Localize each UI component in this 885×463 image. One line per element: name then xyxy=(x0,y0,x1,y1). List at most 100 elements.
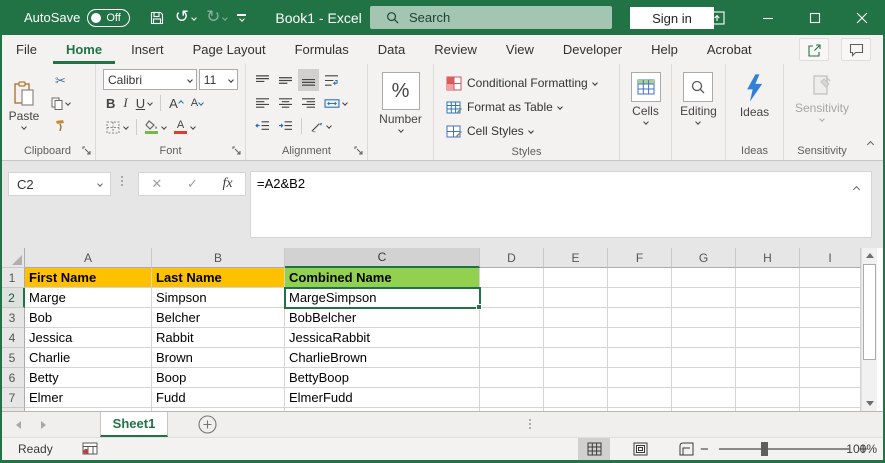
insert-function-button[interactable]: fx xyxy=(223,176,233,192)
cell[interactable] xyxy=(544,268,608,288)
tab-home[interactable]: Home xyxy=(53,35,115,64)
tab-page-layout[interactable]: Page Layout xyxy=(180,35,279,64)
formula-input[interactable]: =A2&B2 xyxy=(250,171,872,238)
orientation-button[interactable] xyxy=(307,115,334,137)
column-header-C[interactable]: C xyxy=(285,248,480,268)
collapse-ribbon-button[interactable] xyxy=(868,134,873,152)
customize-qat-button[interactable] xyxy=(234,5,249,31)
row-header-4[interactable]: 4 xyxy=(0,328,25,348)
wrap-text-button[interactable] xyxy=(321,69,342,91)
align-right-button[interactable] xyxy=(298,92,319,114)
cell[interactable] xyxy=(480,328,544,348)
align-left-button[interactable] xyxy=(252,92,273,114)
cell[interactable] xyxy=(608,388,672,408)
cells-button[interactable]: Cells xyxy=(631,72,661,124)
cell-A5[interactable]: Charlie xyxy=(25,348,152,368)
cell[interactable] xyxy=(736,368,800,388)
font-color-button[interactable]: A xyxy=(171,116,198,138)
bold-button[interactable]: B xyxy=(103,92,118,114)
tab-formulas[interactable]: Formulas xyxy=(282,35,362,64)
align-top-button[interactable] xyxy=(252,69,273,91)
row-header-6[interactable]: 6 xyxy=(0,368,25,388)
number-format-button[interactable]: % Number xyxy=(379,72,422,132)
cell[interactable] xyxy=(800,368,861,388)
cell[interactable] xyxy=(672,368,736,388)
search-input[interactable]: Search xyxy=(370,6,612,29)
cell[interactable] xyxy=(608,328,672,348)
font-size-select[interactable]: 11 xyxy=(199,69,238,90)
cell[interactable] xyxy=(672,308,736,328)
cell-A1[interactable]: First Name xyxy=(25,268,152,288)
tab-review[interactable]: Review xyxy=(421,35,490,64)
alignment-dialog-launcher[interactable] xyxy=(354,146,363,155)
scroll-down-button[interactable] xyxy=(862,396,877,411)
redo-button[interactable]: ↻ xyxy=(203,5,230,31)
enter-icon[interactable]: ✓ xyxy=(187,176,198,192)
tab-insert[interactable]: Insert xyxy=(118,35,177,64)
cell-C4[interactable]: JessicaRabbit xyxy=(285,328,480,348)
zoom-level[interactable]: 100% xyxy=(846,442,877,456)
cell-A7[interactable]: Elmer xyxy=(25,388,152,408)
underline-button[interactable]: U xyxy=(133,92,155,114)
column-header-D[interactable]: D xyxy=(480,248,544,268)
cell[interactable] xyxy=(672,268,736,288)
cell[interactable] xyxy=(736,328,800,348)
next-sheet-button[interactable] xyxy=(41,421,46,429)
cut-button[interactable]: ✂ xyxy=(48,70,73,92)
cell-A4[interactable]: Jessica xyxy=(25,328,152,348)
maximize-button[interactable] xyxy=(798,0,832,35)
cell[interactable] xyxy=(736,288,800,308)
cell[interactable] xyxy=(736,388,800,408)
minimize-button[interactable] xyxy=(751,0,785,35)
cell-C2-selected[interactable]: MargeSimpson xyxy=(285,288,480,308)
increase-indent-button[interactable] xyxy=(275,115,296,137)
cell-C6[interactable]: BettyBoop xyxy=(285,368,480,388)
comments-button[interactable] xyxy=(841,38,871,61)
increase-font-size-button[interactable]: A xyxy=(166,92,186,114)
cell[interactable] xyxy=(544,328,608,348)
record-macro-button[interactable] xyxy=(82,442,98,456)
cell-styles-button[interactable]: Cell Styles xyxy=(438,119,619,143)
cell[interactable] xyxy=(480,368,544,388)
new-sheet-button[interactable] xyxy=(198,415,217,434)
cell-A2[interactable]: Marge xyxy=(25,288,152,308)
autosave-toggle[interactable]: AutoSave Off xyxy=(24,9,130,27)
column-header-G[interactable]: G xyxy=(672,248,736,268)
column-header-A[interactable]: A xyxy=(25,248,152,268)
row-header-7[interactable]: 7 xyxy=(0,388,25,408)
row-header-2[interactable]: 2 xyxy=(0,288,25,308)
cell[interactable] xyxy=(736,268,800,288)
cell[interactable] xyxy=(672,348,736,368)
share-button[interactable] xyxy=(799,38,829,61)
column-header-I[interactable]: I xyxy=(800,248,861,268)
sensitivity-button[interactable]: Sensitivity xyxy=(795,73,849,121)
format-painter-button[interactable] xyxy=(48,114,73,136)
ideas-button[interactable]: Ideas xyxy=(740,73,769,119)
row-header-1[interactable]: 1 xyxy=(0,268,25,288)
cell-C3[interactable]: BobBelcher xyxy=(285,308,480,328)
tab-help[interactable]: Help xyxy=(638,35,691,64)
cell-A3[interactable]: Bob xyxy=(25,308,152,328)
cell[interactable] xyxy=(800,348,861,368)
font-name-select[interactable]: Calibri xyxy=(103,69,197,90)
align-middle-button[interactable] xyxy=(275,69,296,91)
cell[interactable] xyxy=(736,348,800,368)
cell-B6[interactable]: Boop xyxy=(152,368,285,388)
tab-splitter-handle[interactable] xyxy=(529,419,531,429)
cell[interactable] xyxy=(608,348,672,368)
cell-B5[interactable]: Brown xyxy=(152,348,285,368)
conditional-formatting-button[interactable]: Conditional Formatting xyxy=(438,71,619,95)
cell-C1[interactable]: Combined Name xyxy=(285,268,480,288)
cell-C5[interactable]: CharlieBrown xyxy=(285,348,480,368)
page-layout-view-button[interactable] xyxy=(624,438,656,460)
name-box[interactable]: C2 xyxy=(8,172,111,196)
cell-B3[interactable]: Belcher xyxy=(152,308,285,328)
select-all-button[interactable] xyxy=(0,248,25,268)
cell[interactable] xyxy=(480,288,544,308)
cell[interactable] xyxy=(672,288,736,308)
cell-B7[interactable]: Fudd xyxy=(152,388,285,408)
cell-B1[interactable]: Last Name xyxy=(152,268,285,288)
cell[interactable] xyxy=(672,328,736,348)
cell[interactable] xyxy=(672,388,736,408)
page-break-preview-button[interactable] xyxy=(670,438,702,460)
